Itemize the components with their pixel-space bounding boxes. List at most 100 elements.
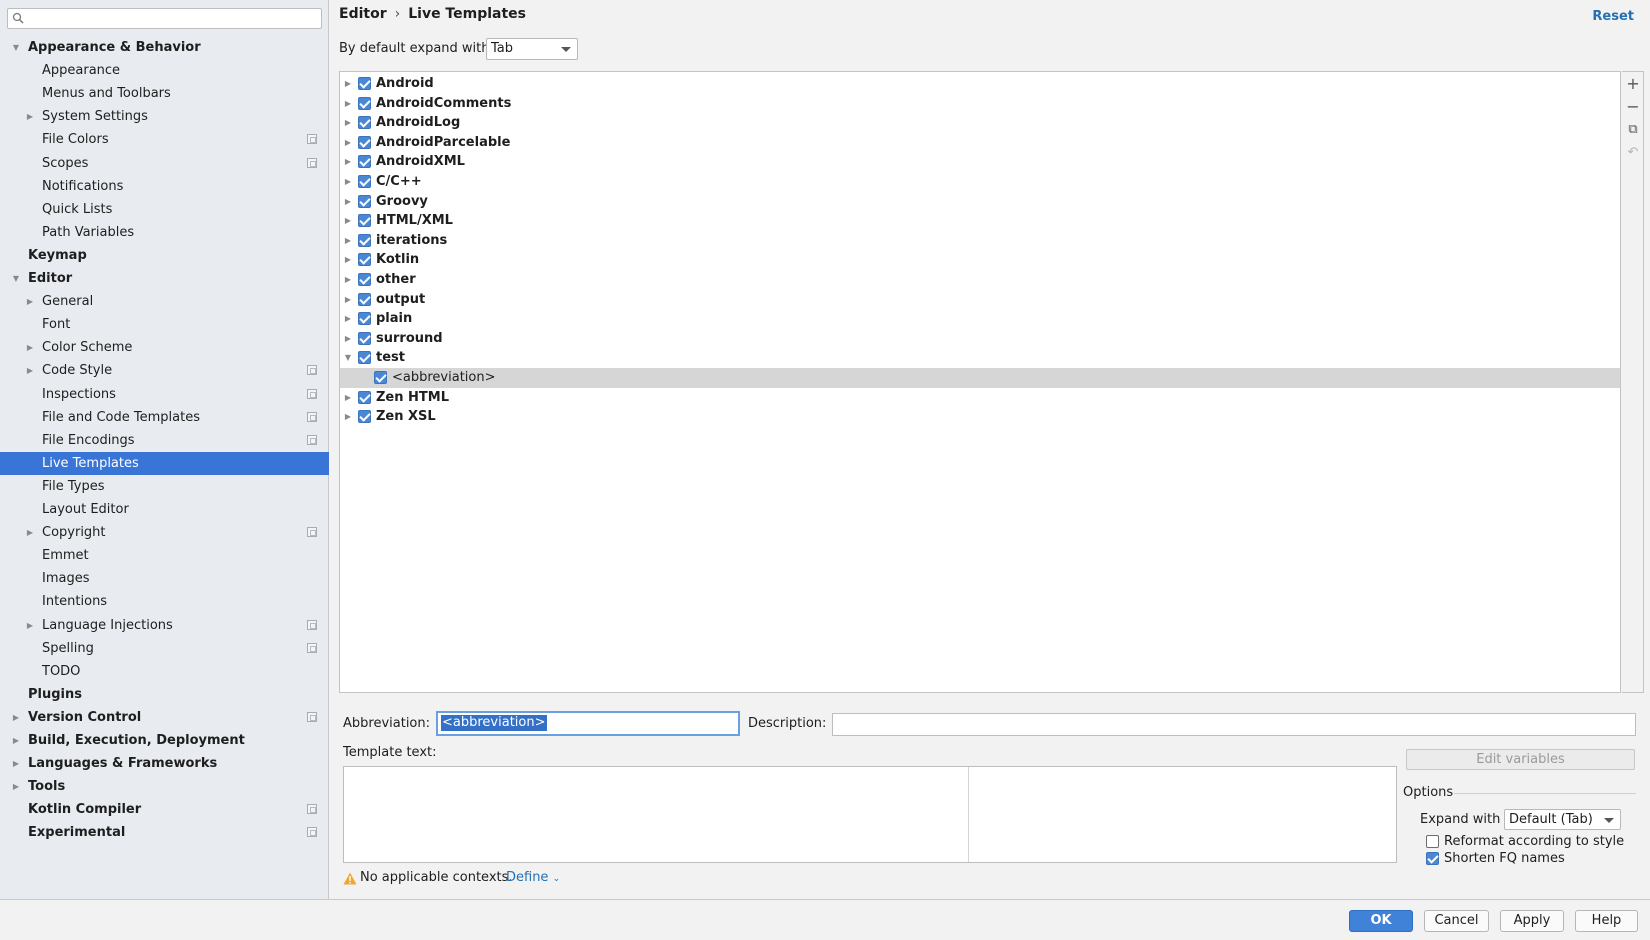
template-checkbox[interactable]: [358, 312, 371, 326]
default-expand-select[interactable]: Tab: [486, 38, 578, 60]
template-checkbox[interactable]: [358, 253, 371, 267]
template-checkbox[interactable]: [358, 273, 371, 286]
sidebar-item-layout-editor[interactable]: Layout Editor: [0, 498, 329, 521]
sidebar-item-color-scheme[interactable]: ▶ Color Scheme: [0, 336, 329, 359]
expand-arrow-right-icon[interactable]: ▶: [342, 192, 354, 212]
template-group[interactable]: ▶ AndroidLog: [340, 113, 1620, 133]
template-checkbox[interactable]: [358, 233, 371, 247]
expand-arrow-right-icon[interactable]: ▶: [10, 752, 22, 775]
sidebar-item-menus-and-toolbars[interactable]: Menus and Toolbars: [0, 82, 329, 105]
expand-arrow-right-icon[interactable]: ▶: [342, 74, 354, 94]
template-item[interactable]: <abbreviation>: [340, 368, 1620, 388]
edit-variables-button[interactable]: Edit variables: [1406, 749, 1635, 770]
template-checkbox[interactable]: [358, 96, 371, 110]
expand-with-select[interactable]: Default (Tab): [1504, 809, 1621, 830]
template-group[interactable]: ▶ Zen HTML: [340, 388, 1620, 408]
template-checkbox[interactable]: [358, 194, 371, 208]
search-input[interactable]: [28, 10, 318, 27]
sidebar-item-code-style[interactable]: ▶ Code Style: [0, 359, 329, 382]
sidebar-item-emmet[interactable]: Emmet: [0, 544, 329, 567]
expand-arrow-right-icon[interactable]: ▶: [342, 172, 354, 192]
template-checkbox[interactable]: [358, 410, 371, 424]
sidebar-item-live-templates[interactable]: Live Templates: [0, 451, 329, 475]
sidebar-item-font[interactable]: Font: [0, 313, 329, 336]
expand-arrow-right-icon[interactable]: ▶: [342, 388, 354, 408]
template-group[interactable]: ▶ AndroidParcelable: [340, 133, 1620, 153]
expand-arrow-right-icon[interactable]: ▶: [342, 152, 354, 172]
help-button[interactable]: Help: [1575, 910, 1638, 932]
expand-arrow-right-icon[interactable]: ▶: [342, 270, 354, 290]
expand-arrow-right-icon[interactable]: ▶: [24, 359, 36, 382]
sidebar-item-todo[interactable]: TODO: [0, 660, 329, 683]
sidebar-item-copyright[interactable]: ▶ Copyright: [0, 521, 329, 544]
expand-arrow-right-icon[interactable]: ▶: [342, 133, 354, 153]
sidebar-item-language-injections[interactable]: ▶ Language Injections: [0, 614, 329, 637]
expand-arrow-right-icon[interactable]: ▶: [342, 231, 354, 251]
sidebar-item-file-colors[interactable]: File Colors: [0, 128, 329, 151]
expand-arrow-right-icon[interactable]: ▶: [342, 211, 354, 231]
copy-icon[interactable]: ⧉: [1625, 122, 1641, 138]
template-group[interactable]: ▶ surround: [340, 329, 1620, 349]
settings-search-box[interactable]: [7, 8, 322, 29]
sidebar-item-scopes[interactable]: Scopes: [0, 152, 329, 175]
sidebar-item-file-encodings[interactable]: File Encodings: [0, 429, 329, 452]
sidebar-item-appearance-behavior[interactable]: ▼ Appearance & Behavior: [0, 36, 329, 59]
sidebar-item-file-and-code-templates[interactable]: File and Code Templates: [0, 406, 329, 429]
template-group[interactable]: ▶ output: [340, 290, 1620, 310]
define-link[interactable]: Define ⌄: [506, 868, 560, 889]
template-group[interactable]: ▼ test: [340, 348, 1620, 368]
sidebar-item-plugins[interactable]: Plugins: [0, 683, 329, 706]
template-checkbox[interactable]: [358, 331, 371, 345]
expand-arrow-right-icon[interactable]: ▶: [24, 521, 36, 544]
description-field[interactable]: [832, 713, 1636, 736]
expand-arrow-right-icon[interactable]: ▶: [24, 290, 36, 313]
expand-arrow-right-icon[interactable]: ▶: [10, 706, 22, 729]
sidebar-item-experimental[interactable]: Experimental: [0, 821, 329, 844]
template-checkbox[interactable]: [358, 214, 371, 228]
template-checkbox[interactable]: [358, 292, 371, 306]
expand-arrow-down-icon[interactable]: ▼: [342, 348, 354, 368]
expand-arrow-right-icon[interactable]: ▶: [342, 407, 354, 427]
sidebar-item-notifications[interactable]: Notifications: [0, 175, 329, 198]
expand-arrow-right-icon[interactable]: ▶: [342, 290, 354, 310]
template-group[interactable]: ▶ Groovy: [340, 192, 1620, 212]
sidebar-item-intentions[interactable]: Intentions: [0, 590, 329, 613]
template-group[interactable]: ▶ Kotlin: [340, 250, 1620, 270]
cancel-button[interactable]: Cancel: [1424, 910, 1489, 932]
expand-arrow-right-icon[interactable]: ▶: [342, 329, 354, 349]
template-group[interactable]: ▶ AndroidXML: [340, 152, 1620, 172]
expand-arrow-right-icon[interactable]: ▶: [24, 105, 36, 128]
expand-arrow-right-icon[interactable]: ▶: [10, 729, 22, 752]
apply-button[interactable]: Apply: [1500, 910, 1564, 932]
template-checkbox[interactable]: [358, 77, 371, 90]
sidebar-item-images[interactable]: Images: [0, 567, 329, 590]
restore-icon[interactable]: ↶: [1625, 145, 1641, 161]
template-checkbox[interactable]: [358, 351, 371, 365]
sidebar-item-languages-frameworks[interactable]: ▶ Languages & Frameworks: [0, 752, 329, 775]
template-checkbox[interactable]: [358, 155, 371, 169]
expand-arrow-down-icon[interactable]: ▼: [10, 36, 22, 59]
template-group[interactable]: ▶ other: [340, 270, 1620, 290]
sidebar-item-file-types[interactable]: File Types: [0, 475, 329, 498]
sidebar-item-general[interactable]: ▶ General: [0, 290, 329, 313]
sidebar-item-appearance[interactable]: Appearance: [0, 59, 329, 82]
sidebar-item-version-control[interactable]: ▶ Version Control: [0, 706, 329, 729]
template-group[interactable]: ▶ HTML/XML: [340, 211, 1620, 231]
sidebar-item-inspections[interactable]: Inspections: [0, 383, 329, 406]
sidebar-item-tools[interactable]: ▶ Tools: [0, 775, 329, 798]
template-checkbox[interactable]: [358, 175, 371, 188]
expand-arrow-right-icon[interactable]: ▶: [342, 94, 354, 114]
template-text-editor[interactable]: [343, 766, 1397, 863]
sidebar-item-keymap[interactable]: Keymap: [0, 244, 329, 267]
sidebar-item-editor[interactable]: ▼ Editor: [0, 267, 329, 290]
expand-arrow-right-icon[interactable]: ▶: [342, 309, 354, 329]
template-checkbox[interactable]: [358, 116, 371, 130]
template-checkbox[interactable]: [358, 135, 371, 149]
reset-link[interactable]: Reset: [1592, 9, 1634, 24]
template-group[interactable]: ▶ AndroidComments: [340, 94, 1620, 114]
template-group[interactable]: ▶ Android: [340, 74, 1620, 94]
expand-arrow-right-icon[interactable]: ▶: [342, 250, 354, 270]
template-checkbox[interactable]: [374, 371, 387, 384]
template-group[interactable]: ▶ iterations: [340, 231, 1620, 251]
template-group[interactable]: ▶ C/C++: [340, 172, 1620, 192]
